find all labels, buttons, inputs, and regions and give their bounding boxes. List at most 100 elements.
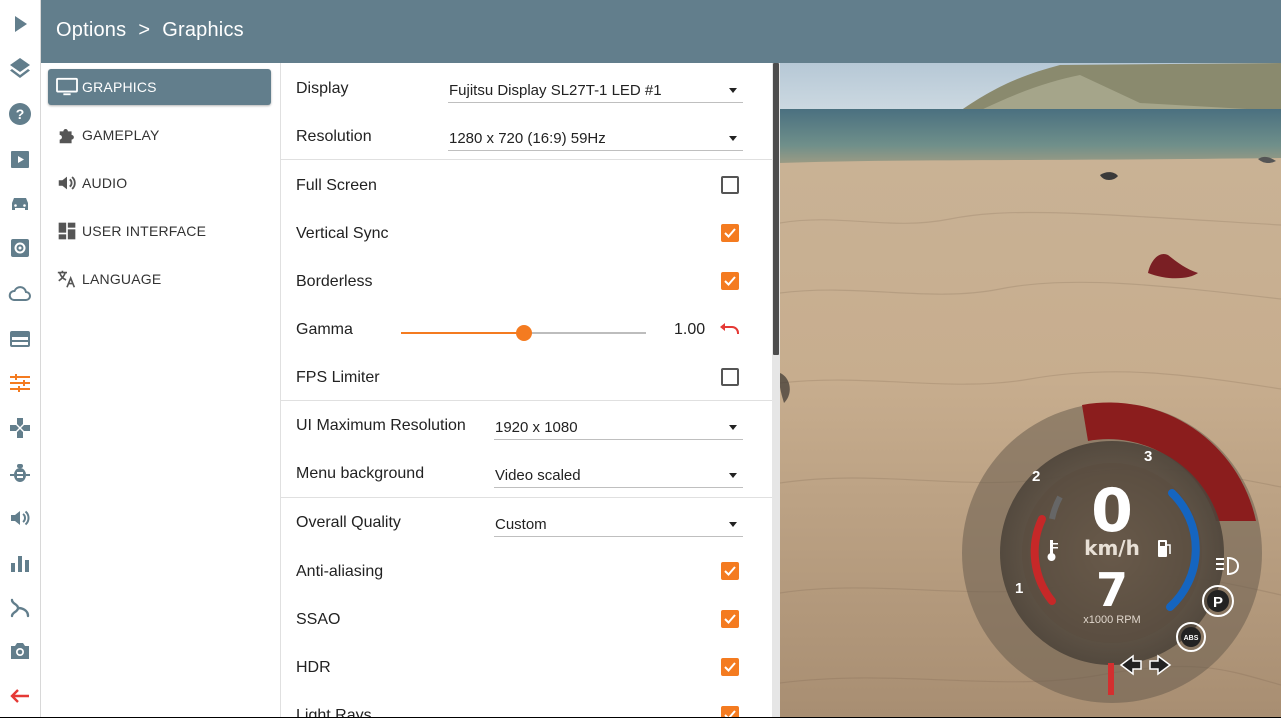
scenarios-icon[interactable] — [0, 137, 40, 181]
rpm-tick-1: 1 — [1015, 580, 1023, 597]
setting-label: FPS Limiter — [296, 369, 380, 386]
settings-scrollbar[interactable] — [772, 63, 780, 717]
setting-label: Overall Quality — [296, 514, 401, 531]
speed-unit: km/h — [1084, 536, 1140, 560]
borderless-checkbox[interactable] — [721, 272, 739, 290]
puzzle-icon — [54, 123, 80, 147]
options-sliders-icon[interactable] — [0, 361, 40, 405]
play-icon[interactable] — [0, 2, 40, 46]
gamma-slider-thumb[interactable] — [515, 325, 532, 341]
rpm-unit: x1000 RPM — [1083, 614, 1140, 626]
main-menu-rail: ? — [0, 0, 41, 717]
category-label: LANGUAGE — [82, 271, 162, 287]
camera-icon[interactable] — [0, 629, 40, 673]
setting-label: Borderless — [296, 273, 373, 290]
chevron-down-icon — [729, 88, 737, 93]
parking-brake-icon: P — [1202, 585, 1234, 617]
chevron-down-icon — [729, 136, 737, 141]
breadcrumb-root[interactable]: Options — [56, 19, 126, 41]
resolution-select[interactable]: 1280 x 720 (16:9) 59Hz — [448, 128, 743, 151]
speedometer-gauge: 0 km/h 7 x1000 RPM 1 2 3 P ABS — [962, 402, 1262, 703]
audio-icon[interactable] — [0, 496, 40, 540]
svg-text:ABS: ABS — [1184, 635, 1199, 642]
vertical-sync-checkbox[interactable] — [721, 224, 739, 242]
fps-limiter-checkbox[interactable] — [721, 368, 739, 386]
chevron-down-icon — [729, 522, 737, 527]
category-gameplay[interactable]: GAMEPLAY — [48, 117, 271, 153]
hdr-checkbox[interactable] — [721, 658, 739, 676]
setting-label: Gamma — [296, 321, 353, 338]
monitor-icon — [54, 75, 80, 99]
back-arrow-icon[interactable] — [0, 674, 40, 718]
category-language[interactable]: LANGUAGE — [48, 261, 271, 297]
rpm-tick-2: 2 — [1032, 468, 1040, 485]
setting-label: Full Screen — [296, 177, 377, 194]
setting-overall-quality: Overall Quality Custom — [281, 499, 772, 547]
setting-menu-background: Menu background Video scaled — [281, 450, 772, 498]
breadcrumb-separator: > — [138, 19, 151, 41]
gamma-slider-fill — [401, 332, 524, 334]
chevron-down-icon — [729, 425, 737, 430]
ssao-checkbox[interactable] — [721, 610, 739, 628]
category-label: USER INTERFACE — [82, 223, 207, 239]
category-label: GRAPHICS — [82, 79, 157, 95]
setting-label: Resolution — [296, 128, 372, 145]
reset-icon[interactable] — [719, 322, 741, 343]
setting-label: Light Rays — [296, 707, 372, 717]
category-user-interface[interactable]: USER INTERFACE — [48, 213, 271, 249]
speaker-icon — [54, 171, 80, 195]
setting-borderless: Borderless — [281, 257, 772, 305]
scrollbar-thumb[interactable] — [773, 63, 779, 355]
vehicle-config-icon[interactable] — [0, 226, 40, 270]
game-viewport: 0 km/h 7 x1000 RPM 1 2 3 P ABS — [780, 63, 1281, 717]
display-select[interactable]: Fujitsu Display SL27T-1 LED #1 — [448, 80, 743, 103]
ui-max-resolution-select[interactable]: 1920 x 1080 — [494, 417, 743, 440]
help-icon[interactable]: ? — [0, 92, 40, 136]
cloud-icon[interactable] — [0, 272, 40, 316]
setting-label: Menu background — [296, 465, 425, 482]
setting-label: HDR — [296, 659, 331, 676]
chevron-down-icon — [729, 473, 737, 478]
setting-label: Anti-aliasing — [296, 563, 384, 580]
setting-ssao: SSAO — [281, 595, 772, 643]
anti-aliasing-checkbox[interactable] — [721, 562, 739, 580]
category-label: AUDIO — [82, 175, 128, 191]
setting-light-rays: Light Rays — [281, 691, 772, 717]
setting-hdr: HDR — [281, 643, 772, 691]
layers-icon[interactable] — [0, 46, 40, 90]
vehicle-icon[interactable] — [0, 182, 40, 226]
translate-icon — [54, 267, 80, 291]
category-audio[interactable]: AUDIO — [48, 165, 271, 201]
setting-label: UI Maximum Resolution — [296, 417, 466, 434]
gamma-slider[interactable] — [401, 325, 646, 341]
overall-quality-select[interactable]: Custom — [494, 514, 743, 537]
setting-full-screen: Full Screen — [281, 161, 772, 209]
section-divider — [281, 159, 772, 160]
setting-display: Display Fujitsu Display SL27T-1 LED #1 — [281, 65, 772, 113]
header-bar: Options > Graphics — [41, 0, 1281, 63]
setting-fps-limiter: FPS Limiter — [281, 353, 772, 401]
dashboard-icon — [54, 219, 80, 243]
category-label: GAMEPLAY — [82, 127, 160, 143]
full-screen-checkbox[interactable] — [721, 176, 739, 194]
options-category-panel: GRAPHICS GAMEPLAY AUDIO USER INTERFACE L… — [41, 63, 281, 717]
light-rays-checkbox[interactable] — [721, 706, 739, 717]
debug-icon[interactable] — [0, 451, 40, 495]
category-graphics[interactable]: GRAPHICS — [48, 69, 271, 105]
environment-icon[interactable] — [0, 317, 40, 361]
track-builder-icon[interactable] — [0, 586, 40, 630]
setting-label: SSAO — [296, 611, 341, 628]
setting-resolution: Resolution 1280 x 720 (16:9) 59Hz — [281, 113, 772, 161]
setting-label: Display — [296, 80, 349, 97]
abs-icon: ABS — [1176, 622, 1206, 652]
gear-value: 7 — [1096, 563, 1128, 617]
svg-text:?: ? — [16, 106, 25, 122]
setting-vertical-sync: Vertical Sync — [281, 209, 772, 257]
menu-background-select[interactable]: Video scaled — [494, 465, 743, 488]
setting-ui-max-resolution: UI Maximum Resolution 1920 x 1080 — [281, 402, 772, 450]
performance-graph-icon[interactable] — [0, 541, 40, 585]
setting-gamma: Gamma 1.00 — [281, 305, 772, 353]
controls-icon[interactable] — [0, 406, 40, 450]
breadcrumb: Options > Graphics — [56, 19, 244, 42]
setting-anti-aliasing: Anti-aliasing — [281, 547, 772, 595]
